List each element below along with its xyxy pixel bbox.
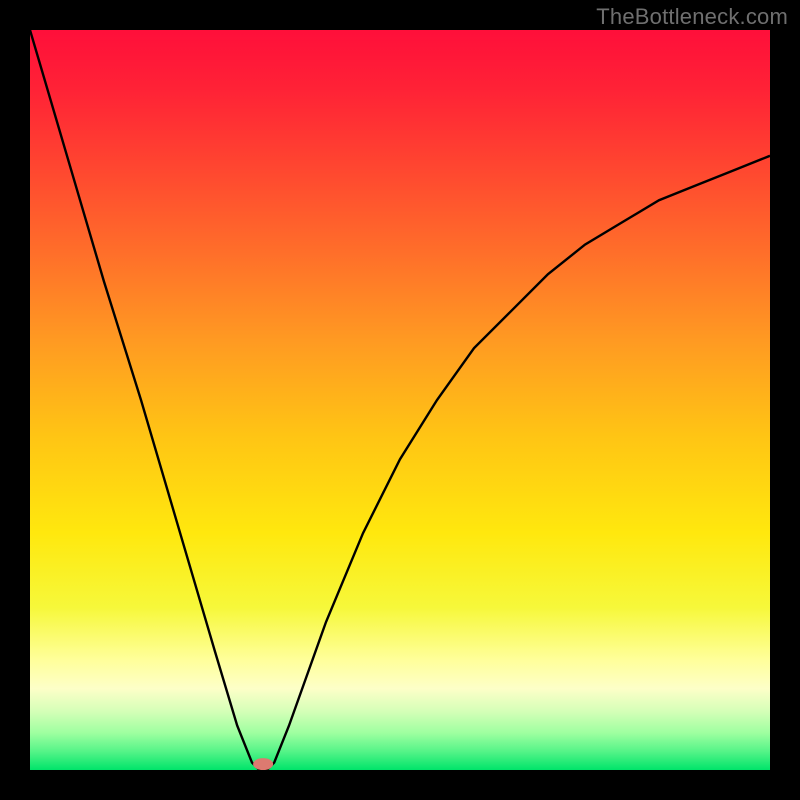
bottleneck-curve [30, 30, 770, 770]
watermark-text: TheBottleneck.com [596, 4, 788, 30]
chart-frame: TheBottleneck.com [0, 0, 800, 800]
plot-area [30, 30, 770, 770]
curve-path [30, 30, 770, 770]
minimum-marker [253, 758, 273, 770]
